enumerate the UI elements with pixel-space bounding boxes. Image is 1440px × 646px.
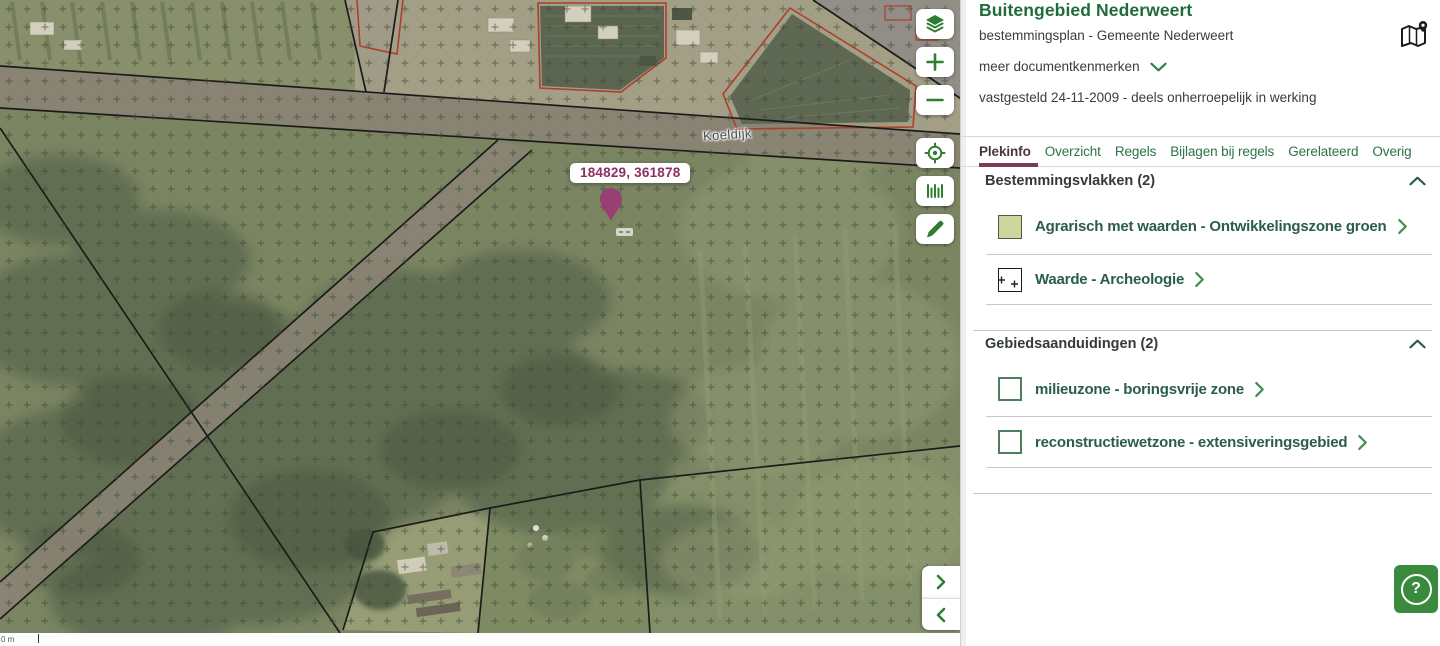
plus-icon [923, 50, 947, 74]
coordinate-tooltip: 184829, 361878 [570, 163, 690, 183]
tab-regels[interactable]: Regels [1108, 137, 1163, 166]
legend-swatch-outline [998, 377, 1022, 401]
show-on-map-button[interactable] [1397, 20, 1431, 52]
tab-bar: Plekinfo Overzicht Regels Bijlagen bij r… [961, 136, 1440, 167]
more-document-details-label: meer documentkenmerken [979, 59, 1140, 74]
tab-overig[interactable]: Overig [1365, 137, 1418, 166]
map-viewport[interactable]: Koeldijk 184829, 361878 [0, 0, 960, 633]
locate-me-button[interactable] [916, 138, 954, 168]
tab-overzicht[interactable]: Overzicht [1038, 137, 1108, 166]
list-item-waarde-archeologie[interactable]: Waarde - Archeologie [986, 255, 1432, 305]
measure-button[interactable] [916, 176, 954, 206]
section-title: Bestemmingsvlakken (2) [985, 173, 1155, 189]
zoom-out-button[interactable] [916, 85, 954, 115]
section-header-gebiedsaanduidingen[interactable]: Gebiedsaanduidingen (2) [985, 336, 1426, 352]
scale-bar: 0 m [0, 633, 960, 646]
tab-bijlagen-bij-regels[interactable]: Bijlagen bij regels [1163, 137, 1281, 166]
info-panel: Buitengebied Nederweert bestemmingsplan … [960, 0, 1440, 646]
divider [973, 493, 1432, 494]
bestemmingsvlakken-list: Agrarisch met waarden - Ontwikkelingszon… [961, 199, 1440, 305]
list-item-agrarisch-met-waarden[interactable]: Agrarisch met waarden - Ontwikkelingszon… [986, 199, 1432, 255]
chevron-down-icon [1150, 62, 1167, 72]
minus-icon [923, 88, 947, 112]
question-mark-icon: ? [1401, 574, 1432, 605]
chevron-up-icon [1409, 176, 1426, 186]
scale-tick [38, 634, 39, 643]
plus-pattern [999, 269, 1020, 290]
target-icon [923, 141, 947, 165]
chevron-right-icon [932, 572, 950, 592]
plan-subtitle: bestemmingsplan - Gemeente Nederweert [979, 28, 1233, 43]
chevron-right-icon [1397, 218, 1408, 235]
chevron-left-icon [932, 605, 950, 625]
list-item-milieuzone[interactable]: milieuzone - boringsvrije zone [986, 362, 1432, 417]
layers-button[interactable] [916, 9, 954, 39]
section-title: Gebiedsaanduidingen (2) [985, 336, 1158, 352]
ruler-icon [923, 179, 947, 203]
list-item-reconstructiewetzone[interactable]: reconstructiewetzone - extensiveringsgeb… [986, 417, 1432, 468]
gebiedsaanduidingen-list: milieuzone - boringsvrije zone reconstru… [961, 362, 1440, 468]
help-button[interactable]: ? [1394, 565, 1438, 613]
pencil-icon [923, 217, 947, 241]
panel-expand-button[interactable] [922, 566, 960, 598]
tab-gerelateerd[interactable]: Gerelateerd [1281, 137, 1365, 166]
zoom-in-button[interactable] [916, 47, 954, 77]
section-header-bestemmingsvlakken[interactable]: Bestemmingsvlakken (2) [985, 173, 1426, 189]
divider [973, 330, 1432, 331]
chevron-right-icon [1254, 381, 1265, 398]
legend-swatch-green-fill [998, 215, 1022, 239]
page-title: Buitengebied Nederweert [979, 0, 1192, 21]
panel-collapse-button[interactable] [922, 598, 960, 630]
aerial-imagery [0, 0, 960, 633]
layers-icon [923, 12, 947, 36]
chevron-right-icon [1357, 434, 1368, 451]
chevron-up-icon [1409, 339, 1426, 349]
tab-plekinfo[interactable]: Plekinfo [979, 137, 1038, 166]
draw-button[interactable] [916, 214, 954, 244]
chevron-right-icon [1194, 271, 1205, 288]
legend-swatch-outline [998, 430, 1022, 454]
scale-label: 0 m [1, 635, 14, 644]
more-document-details-link[interactable]: meer documentkenmerken [979, 59, 1167, 74]
legend-swatch-plus-pattern [998, 268, 1022, 292]
plan-status: vastgesteld 24-11-2009 - deels onherroep… [979, 90, 1316, 105]
map-pin-icon [1398, 20, 1430, 50]
